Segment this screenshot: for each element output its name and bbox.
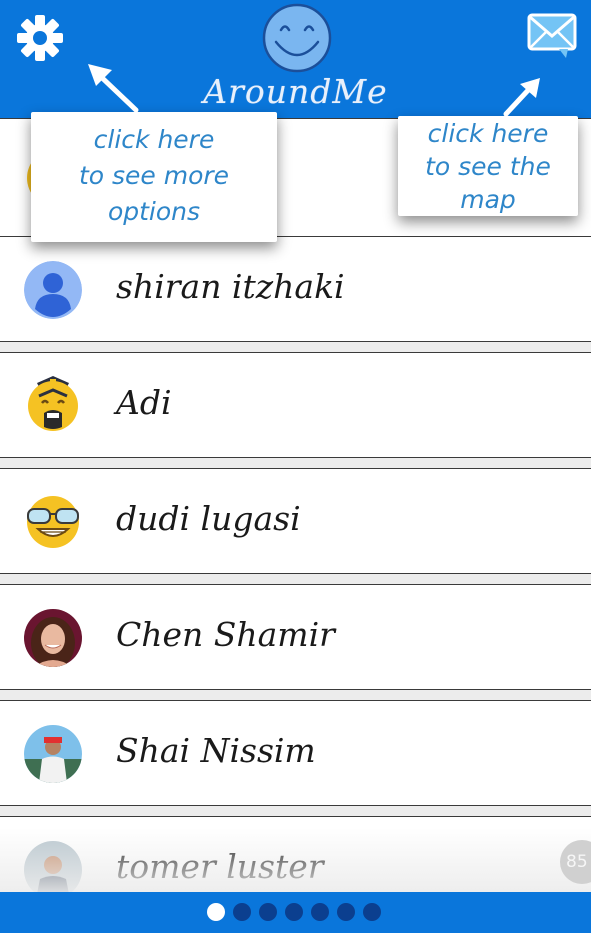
options-hint-tooltip: click here to see more options <box>31 112 277 242</box>
hint-line: to see more <box>78 161 230 190</box>
hint-arrow-icon <box>88 64 139 113</box>
page-dot[interactable] <box>233 903 251 921</box>
list-item[interactable]: Shai Nissim <box>0 700 591 806</box>
list-item[interactable]: shiran itzhaki <box>0 236 591 342</box>
hint-arrow-icon <box>503 78 540 117</box>
photo-avatar <box>24 609 82 667</box>
contact-name: tomer luster <box>116 847 324 886</box>
hint-line: options <box>107 197 201 226</box>
smiley-logo-icon <box>261 2 333 74</box>
page-dot[interactable] <box>285 903 303 921</box>
pilot-emoji-avatar-icon <box>24 376 82 435</box>
contact-name: dudi lugasi <box>116 499 301 538</box>
page-dot[interactable] <box>207 903 225 921</box>
map-hint-tooltip: click here to see the map <box>398 116 578 216</box>
page-dot[interactable] <box>363 903 381 921</box>
photo-avatar <box>24 841 82 899</box>
sunglasses-emoji-avatar-icon <box>24 493 82 551</box>
hint-line: to see the <box>425 152 551 181</box>
page-indicator-bar <box>0 892 591 933</box>
contact-name: Shai Nissim <box>116 731 316 770</box>
settings-gear-icon[interactable] <box>14 12 66 64</box>
photo-avatar <box>24 725 82 783</box>
mail-map-icon[interactable] <box>526 12 578 60</box>
page-dot[interactable] <box>311 903 329 921</box>
page-dot[interactable] <box>259 903 277 921</box>
hint-line: click here <box>427 119 549 148</box>
page-dot[interactable] <box>337 903 355 921</box>
default-user-avatar-icon <box>24 261 82 319</box>
contact-name: Chen Shamir <box>116 615 335 654</box>
contact-name: Adi <box>116 383 172 422</box>
list-item[interactable]: Chen Shamir <box>0 584 591 690</box>
hint-line: map <box>460 185 516 214</box>
contact-name: shiran itzhaki <box>116 267 345 306</box>
list-item[interactable]: Adi <box>0 352 591 458</box>
hint-line: click here <box>93 125 215 154</box>
list-item[interactable]: dudi lugasi <box>0 468 591 574</box>
